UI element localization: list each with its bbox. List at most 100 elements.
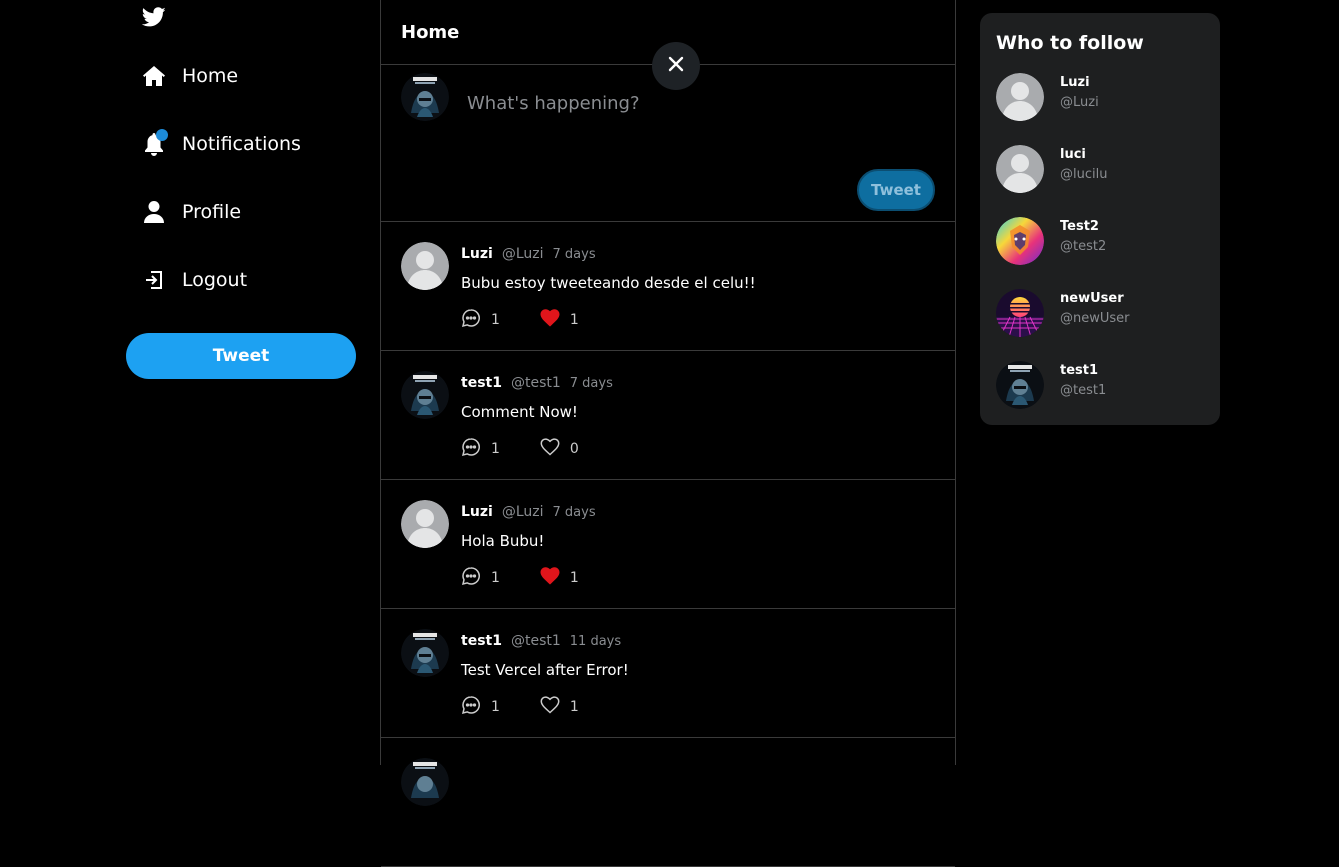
- follow-name: Test2: [1060, 219, 1099, 234]
- tweet-item[interactable]: Luzi @Luzi 7 days Hola Bubu! 1 1: [381, 480, 955, 609]
- tweet-item[interactable]: [381, 738, 955, 867]
- twitter-logo-icon[interactable]: [141, 5, 167, 29]
- tweet-item[interactable]: test1 @test1 7 days Comment Now! 1 0: [381, 351, 955, 480]
- compose-avatar: [401, 73, 449, 121]
- follow-handle: @newUser: [1060, 311, 1130, 326]
- nav-notifications[interactable]: Notifications: [141, 124, 301, 164]
- compose-input[interactable]: [465, 87, 909, 119]
- tweet-item[interactable]: test1 @test1 11 days Test Vercel after E…: [381, 609, 955, 738]
- follow-avatar: [996, 73, 1044, 121]
- follow-suggestion[interactable]: Luzi @Luzi: [996, 73, 1206, 123]
- tweet-header: Luzi @Luzi 7 days: [461, 246, 596, 262]
- tweet-author-name[interactable]: Luzi: [461, 504, 493, 520]
- follow-name: newUser: [1060, 291, 1124, 306]
- follow-handle: @lucilu: [1060, 167, 1108, 182]
- nav-home-label: Home: [182, 65, 239, 87]
- tweet-author-name[interactable]: Luzi: [461, 246, 493, 262]
- tweet-avatar[interactable]: [401, 758, 449, 806]
- nav-profile-label: Profile: [182, 201, 242, 223]
- like-count: 1: [569, 312, 579, 328]
- follow-avatar: [996, 289, 1044, 337]
- tweet-author-name[interactable]: test1: [461, 375, 502, 391]
- follow-suggestion[interactable]: Test2 @test2: [996, 217, 1206, 267]
- like-count: 0: [569, 441, 579, 457]
- tweet-text: Test Vercel after Error!: [461, 661, 629, 679]
- follow-handle: @test2: [1060, 239, 1107, 254]
- comment-count: 1: [491, 312, 500, 328]
- close-button[interactable]: [652, 42, 700, 90]
- sidebar: Home Notifications Profile Logout Tweet: [0, 0, 380, 765]
- tweet-author-name[interactable]: test1: [461, 633, 502, 649]
- like-button[interactable]: 0: [540, 438, 579, 460]
- tweet-actions: 1 1: [461, 308, 579, 332]
- tweet-actions: 1 0: [461, 437, 579, 461]
- sidebar-tweet-button[interactable]: Tweet: [126, 333, 356, 379]
- page-title: Home: [401, 21, 460, 43]
- comment-button[interactable]: 1: [461, 437, 500, 461]
- follow-handle: @Luzi: [1060, 95, 1099, 110]
- close-icon: [668, 56, 684, 76]
- tweet-header: test1 @test1 11 days: [461, 633, 621, 649]
- home-icon: [141, 63, 167, 89]
- nav-logout-label: Logout: [182, 269, 248, 291]
- tweet-author-handle[interactable]: @test1: [511, 633, 561, 649]
- tweet-item[interactable]: Luzi @Luzi 7 days Bubu estoy tweeteando …: [381, 222, 955, 351]
- tweet-author-handle[interactable]: @Luzi: [502, 504, 544, 520]
- tweet-timestamp: 7 days: [552, 505, 596, 520]
- notification-badge: [156, 129, 168, 141]
- like-button[interactable]: 1: [540, 309, 579, 331]
- user-icon: [141, 199, 167, 225]
- tweet-author-handle[interactable]: @test1: [511, 375, 561, 391]
- nav-logout[interactable]: Logout: [141, 260, 247, 300]
- follow-name: test1: [1060, 363, 1099, 378]
- who-to-follow-title: Who to follow: [996, 32, 1144, 54]
- comment-button[interactable]: 1: [461, 566, 500, 590]
- tweet-text: Bubu estoy tweeteando desde el celu!!: [461, 274, 756, 292]
- compose-tweet-button[interactable]: Tweet: [857, 169, 935, 211]
- tweet-actions: 1 1: [461, 566, 579, 590]
- follow-avatar: [996, 217, 1044, 265]
- who-to-follow-panel: Who to follow Luzi @Luzi luci @lucilu Te…: [980, 13, 1220, 425]
- comment-button[interactable]: 1: [461, 308, 500, 332]
- bell-icon: [141, 129, 168, 157]
- tweet-avatar[interactable]: [401, 629, 449, 677]
- comment-button[interactable]: 1: [461, 695, 500, 719]
- tweet-header: Luzi @Luzi 7 days: [461, 504, 596, 520]
- tweet-actions: 1 1: [461, 695, 579, 719]
- follow-avatar: [996, 361, 1044, 409]
- tweet-header: test1 @test1 7 days: [461, 375, 613, 391]
- comment-icon: [461, 566, 481, 590]
- follow-suggestion[interactable]: test1 @test1: [996, 361, 1206, 411]
- follow-handle: @test1: [1060, 383, 1107, 398]
- tweet-timestamp: 11 days: [569, 634, 622, 649]
- follow-suggestion[interactable]: luci @lucilu: [996, 145, 1206, 195]
- nav-home[interactable]: Home: [141, 56, 238, 96]
- tweet-timestamp: 7 days: [552, 247, 596, 262]
- tweet-avatar[interactable]: [401, 371, 449, 419]
- nav-notifications-label: Notifications: [182, 133, 301, 155]
- follow-name: Luzi: [1060, 75, 1090, 90]
- feed: Home Tweet Luzi @Luzi 7 days Bubu estoy …: [380, 0, 956, 867]
- follow-suggestion[interactable]: newUser @newUser: [996, 289, 1206, 339]
- comment-count: 1: [491, 570, 500, 586]
- like-count: 1: [569, 699, 579, 715]
- heart-filled-icon: [540, 567, 560, 589]
- nav-profile[interactable]: Profile: [141, 192, 241, 232]
- like-button[interactable]: 1: [540, 696, 579, 718]
- comment-icon: [461, 437, 481, 461]
- comment-count: 1: [491, 441, 500, 457]
- tweet-text: Hola Bubu!: [461, 532, 545, 550]
- tweet-timestamp: 7 days: [569, 376, 613, 391]
- follow-name: luci: [1060, 147, 1086, 162]
- comment-icon: [461, 695, 481, 719]
- tweet-avatar[interactable]: [401, 242, 449, 290]
- logout-icon: [141, 267, 167, 293]
- comment-count: 1: [491, 699, 500, 715]
- heart-outline-icon: [540, 696, 560, 718]
- tweet-author-handle[interactable]: @Luzi: [502, 246, 544, 262]
- comment-icon: [461, 308, 481, 332]
- tweet-avatar[interactable]: [401, 500, 449, 548]
- follow-avatar: [996, 145, 1044, 193]
- heart-filled-icon: [540, 309, 560, 331]
- like-button[interactable]: 1: [540, 567, 579, 589]
